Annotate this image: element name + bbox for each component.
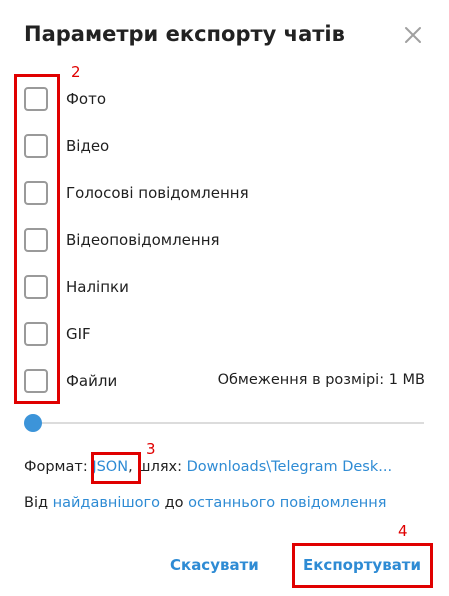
- option-photo[interactable]: Фото: [24, 87, 424, 115]
- annotation-box-format: [91, 452, 141, 484]
- close-button[interactable]: [403, 25, 423, 45]
- option-files-label: Файли: [66, 372, 118, 390]
- size-limit-label: Обмеження в розмірі: 1 MB: [217, 372, 425, 388]
- range-to-word: до: [164, 495, 184, 511]
- checkbox-files[interactable]: [24, 369, 48, 393]
- path-link[interactable]: Downloads\Telegram Desk...: [187, 459, 392, 475]
- option-files[interactable]: Файли: [24, 369, 204, 397]
- option-gif[interactable]: GIF: [24, 322, 424, 350]
- option-video-messages-label: Відеоповідомлення: [66, 231, 220, 249]
- option-voice-label: Голосові повідомлення: [66, 184, 249, 202]
- size-slider-track[interactable]: [32, 422, 424, 424]
- format-prefix: Формат:: [24, 459, 88, 475]
- option-photo-label: Фото: [66, 90, 107, 108]
- annotation-number-4: 4: [398, 522, 408, 540]
- option-stickers-label: Наліпки: [66, 278, 129, 296]
- annotation-number-3: 3: [146, 440, 156, 458]
- checkbox-video[interactable]: [24, 134, 48, 158]
- dialog-title: Параметри експорту чатів: [24, 22, 345, 46]
- option-gif-label: GIF: [66, 325, 91, 343]
- size-slider-thumb[interactable]: [24, 414, 42, 432]
- range-to-link[interactable]: останнього повідомлення: [188, 495, 386, 511]
- cancel-button[interactable]: Скасувати: [170, 556, 259, 574]
- export-button[interactable]: Експортувати: [303, 556, 421, 574]
- checkbox-stickers[interactable]: [24, 275, 48, 299]
- format-row: Формат: JSON, шлях: Downloads\Telegram D…: [24, 459, 392, 475]
- option-video[interactable]: Відео: [24, 134, 424, 162]
- checkbox-voice[interactable]: [24, 181, 48, 205]
- checkbox-gif[interactable]: [24, 322, 48, 346]
- option-video-messages[interactable]: Відеоповідомлення: [24, 228, 424, 256]
- annotation-number-2: 2: [71, 63, 81, 81]
- checkbox-photo[interactable]: [24, 87, 48, 111]
- range-from-word: Від: [24, 495, 49, 511]
- range-row: Від найдавнішого до останнього повідомле…: [24, 495, 386, 511]
- option-stickers[interactable]: Наліпки: [24, 275, 424, 303]
- option-video-label: Відео: [66, 137, 110, 155]
- option-voice[interactable]: Голосові повідомлення: [24, 181, 424, 209]
- close-icon: [405, 27, 421, 43]
- range-from-link[interactable]: найдавнішого: [53, 495, 160, 511]
- checkbox-video-messages[interactable]: [24, 228, 48, 252]
